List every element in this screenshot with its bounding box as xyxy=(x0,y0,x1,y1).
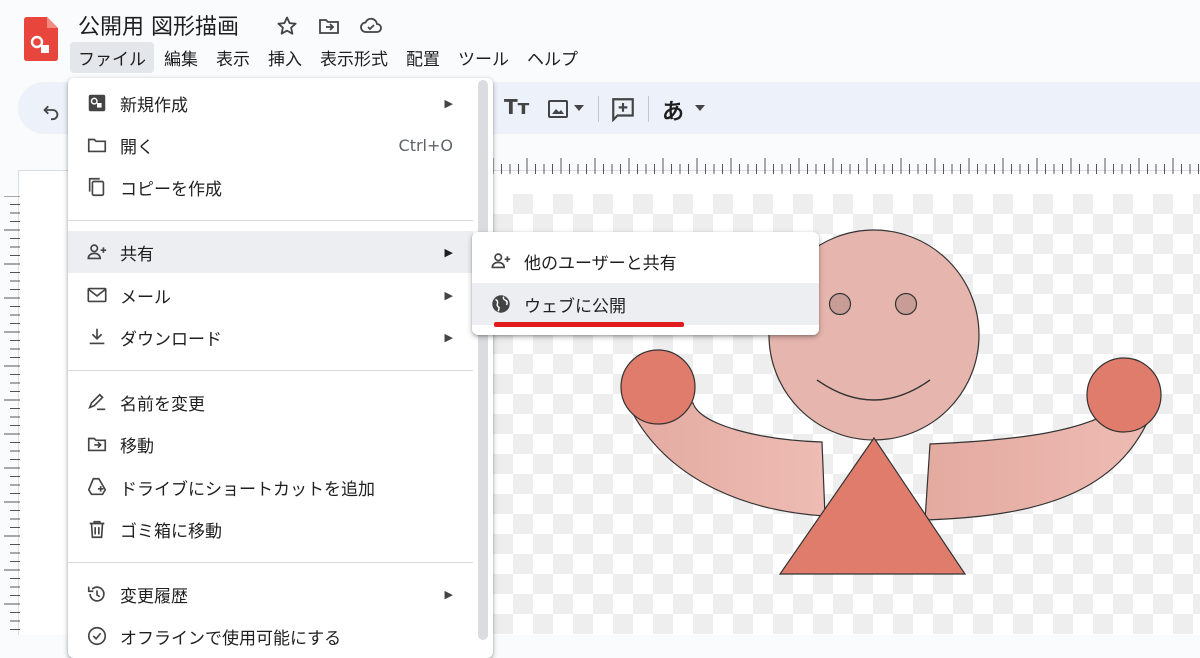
menu-divider xyxy=(68,370,473,371)
menu-edit[interactable]: 編集 xyxy=(156,42,206,73)
mail-icon xyxy=(87,287,107,303)
globe-icon xyxy=(492,295,510,313)
menu-insert[interactable]: 挿入 xyxy=(260,42,310,73)
menubar: ファイル 編集 表示 挿入 表示形式 配置 ツール ヘルプ xyxy=(70,41,588,73)
submenu-arrow-icon: ▶ xyxy=(444,96,453,110)
menu-format[interactable]: 表示形式 xyxy=(312,42,396,73)
submenu-arrow-icon: ▶ xyxy=(444,245,453,259)
menu-file[interactable]: ファイル xyxy=(70,41,154,73)
drawings-logo[interactable] xyxy=(24,17,58,61)
move-folder-icon xyxy=(87,437,107,452)
menu-arrange[interactable]: 配置 xyxy=(398,42,448,73)
menu-item-label: メール xyxy=(120,287,171,308)
menu-scrollbar[interactable] xyxy=(478,80,488,640)
document-title[interactable]: 公開用 図形描画 xyxy=(78,9,239,41)
chevron-down-icon[interactable] xyxy=(574,104,584,112)
menu-item-label: コピーを作成 xyxy=(120,179,222,200)
menu-item-move[interactable]: 移動 xyxy=(68,423,473,465)
menu-divider xyxy=(68,562,473,563)
menu-item-label: ドライブにショートカットを追加 xyxy=(120,479,375,500)
undo-icon[interactable] xyxy=(40,99,62,121)
submenu-arrow-icon: ▶ xyxy=(444,288,453,302)
add-comment-icon[interactable] xyxy=(610,96,636,122)
toolbar-divider xyxy=(648,96,649,122)
offline-icon xyxy=(87,626,107,646)
menu-item-label: オフラインで使用可能にする xyxy=(120,628,342,649)
menu-item-open[interactable]: 開く Ctrl+O xyxy=(68,124,473,166)
toolbar-divider xyxy=(598,96,599,122)
file-menu: 新規作成 ▶ 開く Ctrl+O コピーを作成 共有 ▶ メール ▶ ダウンロー… xyxy=(68,78,493,658)
menu-help[interactable]: ヘルプ xyxy=(519,42,586,73)
share-submenu: 他のユーザーと共有 ウェブに公開 xyxy=(472,232,819,335)
submenu-arrow-icon: ▶ xyxy=(444,330,453,344)
menu-item-new[interactable]: 新規作成 ▶ xyxy=(68,82,473,124)
highlight-underline xyxy=(494,322,684,327)
menu-divider xyxy=(68,220,473,221)
menu-item-label: 変更履歴 xyxy=(120,586,188,607)
cloud-saved-icon[interactable] xyxy=(359,14,383,38)
menu-item-make-copy[interactable]: コピーを作成 xyxy=(68,166,473,208)
submenu-item-label: ウェブに公開 xyxy=(524,297,626,317)
submenu-item-label: 他のユーザーと共有 xyxy=(524,254,677,274)
input-tools-icon[interactable]: あ xyxy=(662,94,684,126)
menu-item-add-shortcut[interactable]: ドライブにショートカットを追加 xyxy=(68,466,473,508)
history-icon xyxy=(87,586,105,602)
horizontal-ruler[interactable] xyxy=(493,156,1200,174)
menu-item-label: 開く xyxy=(120,137,154,158)
vertical-ruler[interactable] xyxy=(0,196,20,634)
submenu-item-publish-to-web[interactable]: ウェブに公開 xyxy=(472,283,819,325)
left-hand xyxy=(620,349,696,425)
menu-item-label: ゴミ箱に移動 xyxy=(120,521,222,542)
menu-item-email[interactable]: メール ▶ xyxy=(68,274,473,316)
trash-icon xyxy=(89,520,105,539)
chevron-down-icon[interactable] xyxy=(695,104,705,112)
menu-item-label: ダウンロード xyxy=(120,329,222,350)
new-icon xyxy=(88,94,106,112)
left-eye xyxy=(828,292,852,316)
menu-item-trash[interactable]: ゴミ箱に移動 xyxy=(68,508,473,550)
folder-icon xyxy=(87,138,107,153)
download-icon xyxy=(89,328,105,345)
menu-item-offline[interactable]: オフラインで使用可能にする xyxy=(68,615,473,657)
right-eye xyxy=(894,292,918,316)
rename-icon xyxy=(88,393,106,411)
person-add-icon xyxy=(491,253,511,269)
move-folder-icon[interactable] xyxy=(317,14,341,38)
menu-item-label: 共有 xyxy=(120,244,154,265)
shortcut-label: Ctrl+O xyxy=(398,135,453,155)
menu-item-download[interactable]: ダウンロード ▶ xyxy=(68,316,473,358)
menu-item-label: 移動 xyxy=(120,436,154,457)
right-hand xyxy=(1086,357,1162,433)
text-style-icon[interactable]: Tт xyxy=(504,95,529,119)
star-icon[interactable] xyxy=(275,14,299,38)
menu-tools[interactable]: ツール xyxy=(450,42,517,73)
submenu-item-share-with-others[interactable]: 他のユーザーと共有 xyxy=(472,240,819,282)
person-add-icon xyxy=(87,244,107,260)
insert-image-icon[interactable] xyxy=(546,97,570,121)
drive-shortcut-icon xyxy=(87,477,107,496)
menu-view[interactable]: 表示 xyxy=(208,42,258,73)
submenu-arrow-icon: ▶ xyxy=(444,587,453,601)
copy-icon xyxy=(88,177,105,197)
menu-item-version-history[interactable]: 変更履歴 ▶ xyxy=(68,573,473,615)
menu-item-label: 名前を変更 xyxy=(120,394,205,415)
menu-item-label: 新規作成 xyxy=(120,95,188,116)
menu-item-share[interactable]: 共有 ▶ xyxy=(68,231,473,273)
menu-item-rename[interactable]: 名前を変更 xyxy=(68,381,473,423)
